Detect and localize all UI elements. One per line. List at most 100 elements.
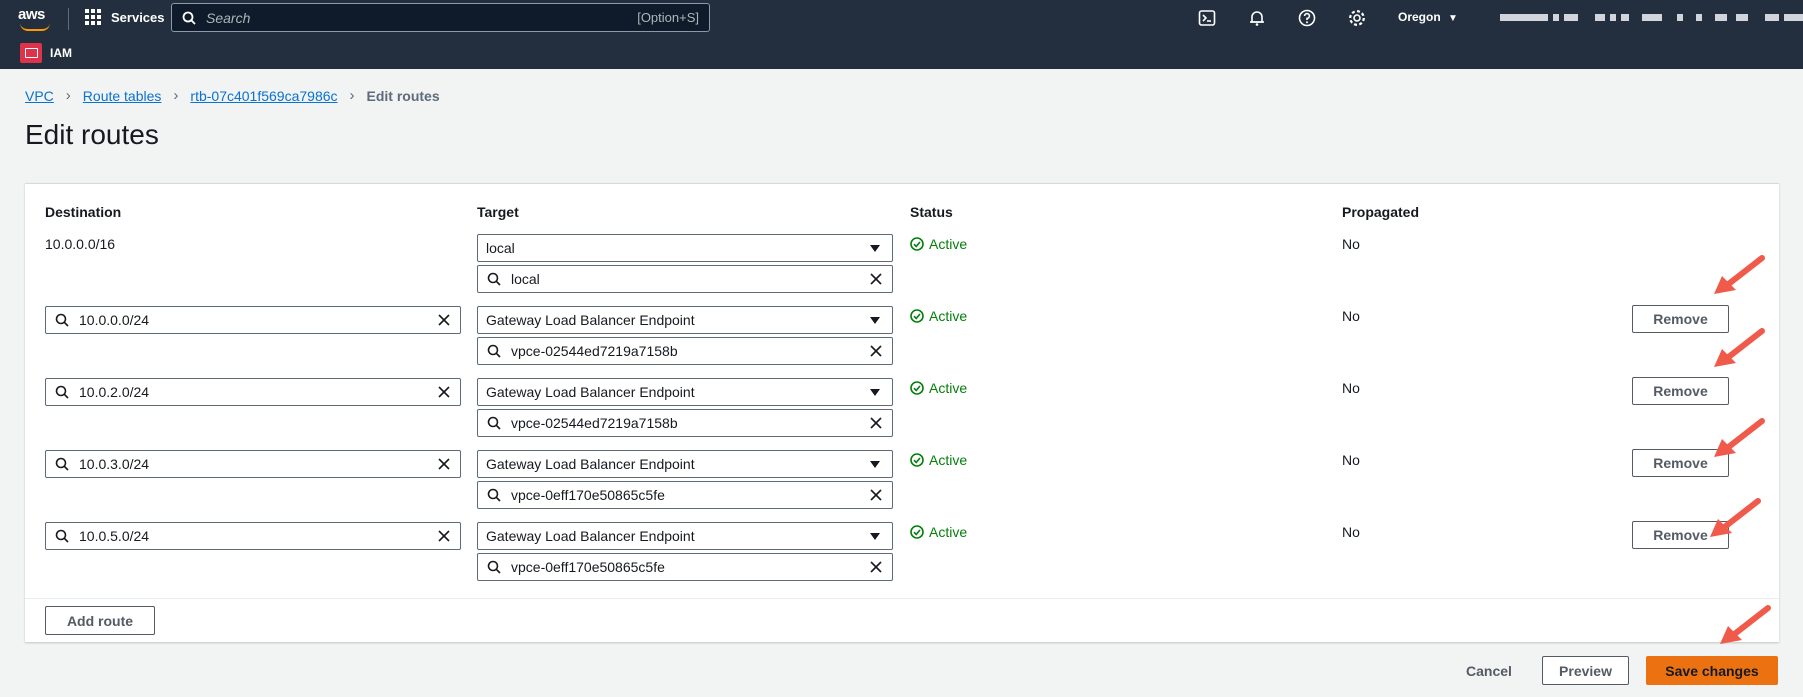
search-input[interactable]: Search [Option+S] [171,3,710,32]
page-title: Edit routes [25,119,159,150]
header-status: Status [910,204,953,220]
save-changes-button[interactable]: Save changes [1646,656,1778,685]
caret-down-icon [870,316,880,324]
check-circle-icon [910,453,924,467]
search-icon [487,272,501,286]
target-type-value: local [486,240,515,256]
chevron-right-icon: › [349,87,355,104]
check-circle-icon [910,525,924,539]
destination-input[interactable]: 10.0.5.0/24 [45,522,461,550]
settings-icon[interactable] [1348,9,1366,27]
annotation-arrow-icon [1714,418,1765,457]
clear-icon[interactable] [869,272,883,286]
target-type-value: Gateway Load Balancer Endpoint [486,456,695,472]
target-type-value: Gateway Load Balancer Endpoint [486,312,695,328]
propagated-text: No [1342,236,1360,252]
caret-down-icon [870,460,880,468]
propagated-text: No [1342,452,1360,468]
search-icon [487,488,501,502]
destination-text: 10.0.0.0/16 [45,236,116,252]
target-type-select[interactable]: Gateway Load Balancer Endpoint [477,306,893,334]
search-icon [55,313,69,327]
clear-icon[interactable] [437,385,451,399]
propagated-text: No [1342,308,1360,324]
search-icon [487,560,501,574]
target-search-input[interactable]: vpce-02544ed7219a7158b [477,337,893,365]
destination-value: 10.0.2.0/24 [79,384,150,400]
status-badge: Active [910,524,967,540]
target-search-input[interactable]: local [477,265,893,293]
destination-input[interactable]: 10.0.0.0/24 [45,306,461,334]
status-text: Active [929,236,968,252]
breadcrumb-route-tables[interactable]: Route tables [83,88,162,104]
target-type-select[interactable]: Gateway Load Balancer Endpoint [477,522,893,550]
header-propagated: Propagated [1342,204,1420,220]
annotation-arrow-icon [1710,498,1761,537]
iam-icon [20,43,42,63]
search-icon [55,385,69,399]
target-type-select[interactable]: Gateway Load Balancer Endpoint [477,450,893,478]
target-type-select[interactable]: Gateway Load Balancer Endpoint [477,378,893,406]
add-route-button[interactable]: Add route [45,606,155,635]
search-icon [487,416,501,430]
services-menu-button[interactable]: Services [85,9,165,25]
status-badge: Active [910,308,967,324]
clear-icon[interactable] [437,529,451,543]
search-icon [182,11,196,25]
status-badge: Active [910,452,967,468]
header-destination: Destination [45,204,122,220]
destination-value: 10.0.0.0/24 [79,312,150,328]
caret-down-icon [870,244,880,252]
clear-icon[interactable] [869,488,883,502]
region-label: Oregon [1398,10,1441,24]
annotation-arrow-icon [1720,605,1771,644]
destination-value: 10.0.3.0/24 [79,456,150,472]
clear-icon[interactable] [869,344,883,358]
target-search-input[interactable]: vpce-0eff170e50865c5fe [477,481,893,509]
aws-logo[interactable]: aws [18,6,54,32]
target-type-select[interactable]: local [477,234,893,262]
search-icon [55,457,69,471]
status-text: Active [929,452,968,468]
divider [25,598,1779,599]
clear-icon[interactable] [437,457,451,471]
status-badge: Active [910,380,967,396]
account-menu[interactable] [1500,14,1803,21]
destination-input[interactable]: 10.0.2.0/24 [45,378,461,406]
check-circle-icon [910,237,924,251]
help-icon[interactable] [1298,9,1316,27]
target-search-value: vpce-02544ed7219a7158b [511,343,678,359]
breadcrumb-route-table-id[interactable]: rtb-07c401f569ca7986c [190,88,337,104]
cloudshell-icon[interactable] [1198,9,1216,27]
annotation-arrow-icon [1714,328,1765,367]
clear-icon[interactable] [437,313,451,327]
target-search-value: vpce-0eff170e50865c5fe [511,559,665,575]
target-type-value: Gateway Load Balancer Endpoint [486,528,695,544]
clear-icon[interactable] [869,416,883,430]
remove-route-button[interactable]: Remove [1632,377,1729,405]
cancel-button[interactable]: Cancel [1448,656,1530,685]
region-selector[interactable]: Oregon ▼ [1398,10,1458,24]
caret-down-icon: ▼ [1448,13,1458,24]
target-search-value: vpce-02544ed7219a7158b [511,415,678,431]
check-circle-icon [910,309,924,323]
breadcrumb-vpc[interactable]: VPC [25,88,54,104]
chevron-right-icon: › [65,87,71,104]
target-search-input[interactable]: vpce-02544ed7219a7158b [477,409,893,437]
top-navigation: aws Services Search [Option+S] Oregon ▼ … [0,0,1803,69]
notifications-icon[interactable] [1248,9,1266,27]
search-icon [55,529,69,543]
search-shortcut: [Option+S] [637,10,699,25]
chevron-right-icon: › [173,87,179,104]
target-type-value: Gateway Load Balancer Endpoint [486,384,695,400]
destination-input[interactable]: 10.0.3.0/24 [45,450,461,478]
routes-container: Destination Target Status Propagated 10.… [25,183,1779,642]
target-search-input[interactable]: vpce-0eff170e50865c5fe [477,553,893,581]
status-text: Active [929,308,968,324]
preview-button[interactable]: Preview [1542,656,1629,685]
aws-logo-text: aws [18,6,45,23]
service-shortcut-iam[interactable]: IAM [20,43,72,63]
breadcrumb-current: Edit routes [366,87,440,104]
clear-icon[interactable] [869,560,883,574]
breadcrumb: VPC › Route tables › rtb-07c401f569ca798… [25,87,440,104]
